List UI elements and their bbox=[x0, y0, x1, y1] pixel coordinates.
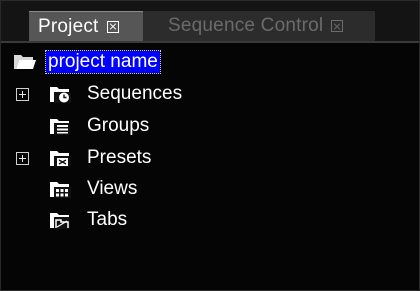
expand-icon[interactable] bbox=[16, 88, 29, 101]
close-icon[interactable] bbox=[106, 20, 119, 33]
close-icon[interactable] bbox=[331, 20, 344, 32]
tab-project[interactable]: Project bbox=[29, 11, 143, 41]
presets-folder-icon bbox=[50, 151, 71, 167]
tree-item-label: Presets bbox=[87, 147, 152, 168]
groups-folder-icon bbox=[50, 119, 70, 135]
tree-item-label: Tabs bbox=[87, 209, 128, 230]
tree-item-groups[interactable]: Groups bbox=[1, 111, 401, 141]
expand-icon[interactable] bbox=[16, 152, 29, 165]
views-folder-icon bbox=[50, 182, 71, 198]
tabs-folder-icon bbox=[50, 213, 70, 229]
tab-bar: Project Sequence Control bbox=[1, 1, 419, 43]
tree-root-label: project name bbox=[45, 50, 161, 74]
tree-item-presets[interactable]: Presets bbox=[1, 143, 401, 173]
project-panel: Project Sequence Control project name Se… bbox=[0, 0, 420, 291]
sequences-folder-icon bbox=[50, 87, 71, 103]
tree-item-tabs[interactable]: Tabs bbox=[1, 205, 401, 235]
tree-item-sequences[interactable]: Sequences bbox=[1, 79, 401, 109]
folder-open-icon bbox=[14, 55, 36, 69]
tree-item-label: Sequences bbox=[87, 83, 183, 104]
tab-project-label: Project bbox=[38, 15, 99, 37]
tree-item-views[interactable]: Views bbox=[1, 174, 401, 204]
tab-sequence-control[interactable]: Sequence Control bbox=[143, 11, 375, 41]
project-tree: project name Sequences Groups Presets Vi… bbox=[1, 43, 419, 290]
tree-item-label: Views bbox=[87, 178, 138, 199]
tree-item-label: Groups bbox=[87, 115, 150, 136]
tab-sequence-control-label: Sequence Control bbox=[168, 15, 324, 36]
tree-root-project[interactable]: project name bbox=[1, 47, 401, 77]
